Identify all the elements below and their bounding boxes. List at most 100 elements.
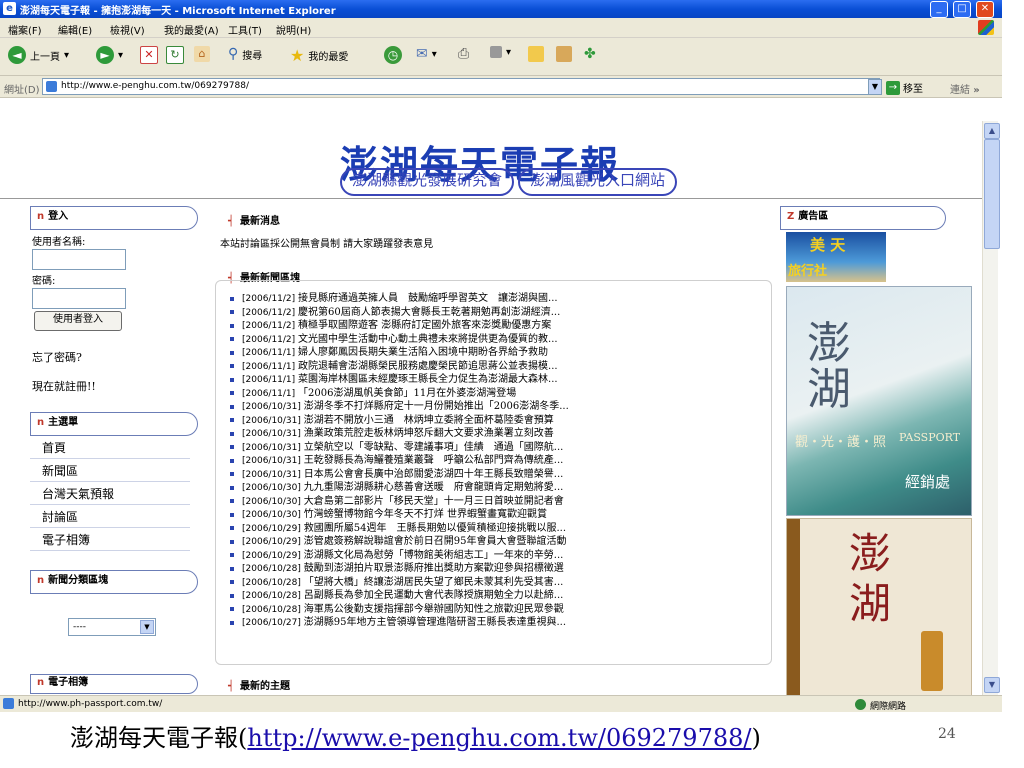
scroll-up-icon[interactable]: ▲ bbox=[984, 123, 1000, 139]
search-button[interactable]: ⚲ 搜尋 bbox=[228, 46, 262, 62]
news-date: [2006/11/2] bbox=[242, 294, 299, 304]
nav-album[interactable]: 電子相簿 bbox=[30, 529, 190, 551]
caption-link[interactable]: http://www.e-penghu.com.tw/069279788/ bbox=[247, 724, 751, 752]
news-headline: 呂副縣長為參加全民運動大會代表隊授旗期勉全力以赴締... bbox=[303, 590, 564, 601]
forward-button[interactable]: ► ▾ bbox=[96, 46, 123, 64]
refresh-button[interactable]: ↻ bbox=[166, 46, 184, 64]
news-item[interactable]: [2006/11/1] 婦人廖鄭鳳因長期失業生活陷入困境中期盼各界給予救助 bbox=[230, 346, 750, 360]
news-item[interactable]: [2006/10/31] 王乾發縣長為海鱺養殖業叢聲 呼籲公私部門齊為傳統產..… bbox=[230, 454, 750, 468]
bullet-icon bbox=[230, 310, 234, 314]
news-headline: 澎湖縣文化局為慰勞「博物館美術組志工」一年來的辛勞... bbox=[303, 549, 564, 561]
go-arrow-icon: → bbox=[886, 80, 900, 95]
news-item[interactable]: [2006/10/30] 九九重陽澎湖縣耕心慈善會送暖 府會龍頭肯定期勉將愛..… bbox=[230, 481, 750, 495]
travel-agency-banner[interactable]: 美 天 旅行社 bbox=[786, 232, 886, 282]
scroll-thumb[interactable] bbox=[984, 139, 1000, 249]
password-input[interactable] bbox=[32, 288, 126, 309]
research-button[interactable] bbox=[556, 46, 572, 62]
news-item[interactable]: [2006/10/30] 竹灣螃蟹博物館今年冬天不打烊 世界蝦蟹畫寬歡迎觀賞 bbox=[230, 508, 750, 522]
news-item[interactable]: [2006/10/29] 澎管處簽務解說聯誼會於前日召開95年會員大會暨聯誼活動 bbox=[230, 535, 750, 549]
book-advert[interactable]: 澎湖 bbox=[786, 518, 972, 697]
news-item[interactable]: [2006/10/27] 澎湖縣95年地方主管領導管理進階研習王縣長表達重視與.… bbox=[230, 616, 750, 630]
vertical-scrollbar[interactable]: ▲ ▼ bbox=[982, 121, 1000, 695]
links-button[interactable]: 連結 » bbox=[950, 81, 980, 96]
news-item[interactable]: [2006/10/31] 日本馬公會會長廣中治郎關愛澎湖四十年王縣長致贈榮譽..… bbox=[230, 468, 750, 482]
bullet-icon bbox=[230, 418, 234, 422]
print-button[interactable]: ⎙ bbox=[458, 46, 469, 62]
news-date: [2006/10/31] bbox=[242, 429, 304, 439]
news-item[interactable]: [2006/10/31] 立榮航空以「零缺點、零建議事項」佳績 通過「國際航..… bbox=[230, 441, 750, 455]
news-item[interactable]: [2006/11/2] 慶祝第60屆商人節表揚大會縣長王乾著期勉再創澎湖經濟..… bbox=[230, 306, 750, 320]
news-list: [2006/11/2] 接見縣府通過英擁人員 鼓勵縮呼學習英文 讓澎湖與國...… bbox=[230, 292, 750, 630]
news-item[interactable]: [2006/10/31] 澎湖冬季不打烊縣府定十一月份開始推出「2006澎湖冬季… bbox=[230, 400, 750, 414]
maximize-button[interactable]: □ bbox=[953, 1, 971, 18]
bullet-icon: ┥ bbox=[228, 216, 235, 227]
menu-help[interactable]: 說明(H) bbox=[276, 22, 311, 37]
back-button[interactable]: ◄ 上一頁 ▾ bbox=[8, 46, 69, 64]
news-item[interactable]: [2006/11/1] 「2006澎湖風帆美食節」11月在外婆澎湖灣登場 bbox=[230, 387, 750, 401]
folder-button[interactable] bbox=[528, 46, 544, 62]
news-item[interactable]: [2006/10/30] 大倉島第二部影片「移民天堂」十一月三日首映並開記者會 bbox=[230, 495, 750, 509]
bullet-icon bbox=[230, 377, 234, 382]
forgot-password-link[interactable]: 忘了密碼? bbox=[32, 349, 82, 365]
category-select[interactable]: ---- ▼ bbox=[68, 618, 156, 636]
nav-forum[interactable]: 討論區 bbox=[30, 506, 190, 528]
nav-news[interactable]: 新聞區 bbox=[30, 460, 190, 482]
go-label: 移至 bbox=[903, 84, 923, 95]
login-button[interactable]: 使用者登入 bbox=[34, 311, 122, 331]
news-item[interactable]: [2006/10/28] 海軍馬公後勤支援指揮部今舉辦國防知性之旅歡迎民眾參觀 bbox=[230, 603, 750, 617]
news-item[interactable]: [2006/10/29] 澎湖縣文化局為慰勞「博物館美術組志工」一年來的辛勞..… bbox=[230, 549, 750, 563]
news-headline: 漁業政策荒腔走板林炳坤怒斥翻大文要求漁業署立刻改善 bbox=[303, 428, 554, 439]
folder-icon bbox=[528, 46, 544, 62]
username-input[interactable] bbox=[32, 249, 126, 270]
news-date: [2006/10/30] bbox=[242, 483, 304, 493]
passport-advert[interactable]: 澎湖 觀・光・護・照 PASSPORT 經銷處 bbox=[786, 286, 972, 516]
home-button[interactable]: ⌂ bbox=[194, 46, 210, 62]
stop-button[interactable]: ✕ bbox=[140, 46, 158, 64]
nav-weather[interactable]: 台灣天氣預報 bbox=[30, 483, 190, 505]
window-titlebar[interactable]: e 澎湖每天電子報 - 擁抱澎湖每一天 - Microsoft Internet… bbox=[0, 0, 1002, 18]
close-button[interactable]: ✕ bbox=[976, 1, 994, 18]
scroll-down-icon[interactable]: ▼ bbox=[984, 677, 1000, 693]
messenger-button[interactable]: ✤ bbox=[584, 46, 596, 62]
bullet-icon bbox=[230, 458, 234, 463]
news-item[interactable]: [2006/11/2] 文光國中學生活動中心動土典禮未來將提供更為優質的教... bbox=[230, 333, 750, 347]
menu-favorites[interactable]: 我的最愛(A) bbox=[164, 22, 219, 37]
tourism-research-link[interactable]: 澎湖縣觀光發展研究會 bbox=[340, 168, 515, 196]
go-button[interactable]: → 移至 bbox=[886, 80, 923, 95]
minimize-button[interactable]: _ bbox=[930, 1, 948, 18]
bullet-icon bbox=[230, 296, 234, 301]
history-button[interactable]: ◷ bbox=[384, 46, 402, 64]
news-item[interactable]: [2006/11/2] 接見縣府通過英擁人員 鼓勵縮呼學習英文 讓澎湖與國... bbox=[230, 292, 750, 306]
nav-home[interactable]: 首頁 bbox=[30, 437, 190, 459]
category-title: 新聞分類區塊 bbox=[48, 575, 109, 586]
edit-button[interactable]: ▾ bbox=[490, 46, 511, 58]
news-item[interactable]: [2006/11/1] 政院退輔會澎湖縣榮民服務處慶榮民節追思蔣公並表揚模... bbox=[230, 360, 750, 374]
tourism-portal-link[interactable]: 澎湖風觀光入口網站 bbox=[518, 168, 678, 196]
menu-edit[interactable]: 編輯(E) bbox=[58, 22, 92, 37]
address-input[interactable]: http://www.e-penghu.com.tw/069279788/ bbox=[42, 78, 880, 95]
mail-button[interactable]: ✉ ▾ bbox=[416, 46, 437, 62]
news-item[interactable]: [2006/10/31] 澎湖若不開放小三通 林炳坤立委將全面杯葛陸委會預算 bbox=[230, 414, 750, 428]
favorites-button[interactable]: ★ 我的最愛 bbox=[290, 46, 348, 65]
news-date: [2006/10/28] bbox=[242, 604, 304, 615]
register-link[interactable]: 現在就註冊!! bbox=[32, 378, 96, 394]
menu-view[interactable]: 檢視(V) bbox=[110, 22, 145, 37]
news-item[interactable]: [2006/11/1] 菜園海岸林園區未經慶琢王縣長全力促生為澎湖最大森林... bbox=[230, 373, 750, 387]
news-item[interactable]: [2006/10/28] 「望將大橋」終讓澎湖居民失望了鄉民未蒙其利先受其害..… bbox=[230, 576, 750, 590]
mail-icon: ✉ bbox=[416, 46, 428, 62]
status-zone: 網際網路 bbox=[870, 702, 907, 712]
news-item[interactable]: [2006/10/28] 鼓勵到澎湖拍片取景澎縣府推出獎助方案歡迎參與招標徵選 bbox=[230, 562, 750, 576]
news-date: [2006/11/1] bbox=[242, 375, 299, 385]
dropdown-icon: ▾ bbox=[431, 48, 437, 60]
news-item[interactable]: [2006/10/28] 呂副縣長為參加全民運動大會代表隊授旗期勉全力以赴締..… bbox=[230, 589, 750, 603]
news-item[interactable]: [2006/10/31] 漁業政策荒腔走板林炳坤怒斥翻大文要求漁業署立刻改善 bbox=[230, 427, 750, 441]
news-headline: 澎管處簽務解說聯誼會於前日召開95年會員大會暨聯誼活動 bbox=[303, 536, 567, 547]
news-item[interactable]: [2006/10/29] 救國團所屬54週年 王縣長期勉以優質積極迎接挑戰以服.… bbox=[230, 522, 750, 536]
slide-page-number: 24 bbox=[938, 726, 956, 742]
news-date: [2006/10/31] bbox=[242, 442, 304, 453]
menu-file[interactable]: 檔案(F) bbox=[8, 22, 42, 37]
menu-tools[interactable]: 工具(T) bbox=[228, 22, 262, 37]
news-item[interactable]: [2006/11/2] 積極爭取國際遊客 澎縣府訂定國外旅客來澎獎勵優惠方案 bbox=[230, 319, 750, 333]
book-title-text: 澎湖 bbox=[849, 529, 892, 628]
address-dropdown-icon[interactable]: ▼ bbox=[868, 79, 882, 95]
